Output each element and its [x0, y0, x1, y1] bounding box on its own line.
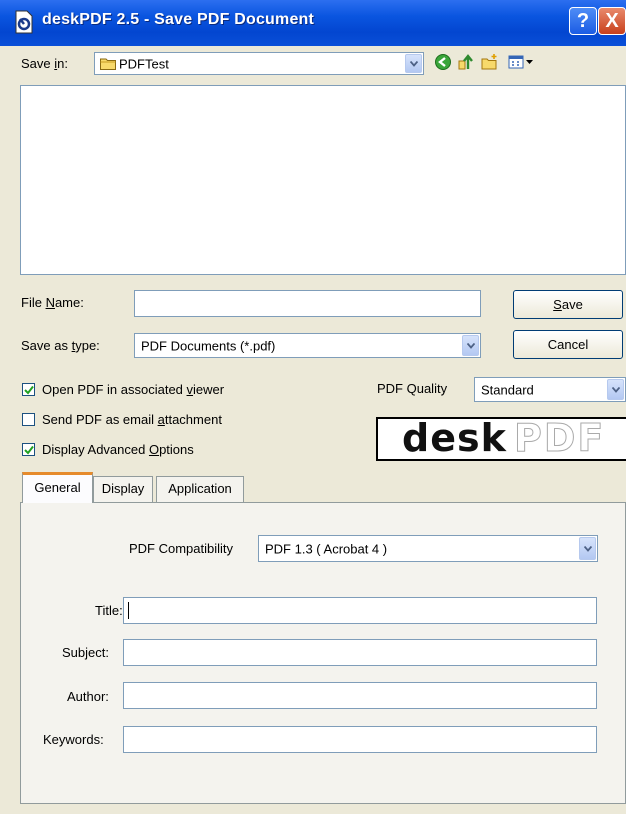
cancel-button[interactable]: Cancel [513, 330, 623, 359]
window-title: deskPDF 2.5 - Save PDF Document [42, 11, 315, 28]
tab-display[interactable]: Display [93, 476, 153, 502]
send-email-checkbox[interactable] [22, 413, 35, 426]
save-button[interactable]: Save [513, 290, 623, 319]
keywords-input[interactable] [123, 726, 597, 753]
logo-pdf-text: PDF [513, 416, 606, 461]
pdf-quality-label: PDF Quality [377, 381, 448, 396]
logo-desk-text: desk [402, 416, 507, 460]
save-as-type-label: Save as type: [21, 338, 100, 353]
open-pdf-checkbox[interactable] [22, 383, 35, 396]
chevron-down-icon[interactable] [462, 335, 479, 356]
open-pdf-label[interactable]: Open PDF in associated viewer [42, 382, 224, 397]
save-as-type-dropdown[interactable]: PDF Documents (*.pdf) [134, 333, 481, 358]
title-label: Title: [95, 603, 123, 618]
author-input[interactable] [123, 682, 597, 709]
subject-label: Subject: [62, 645, 109, 660]
view-menu-icon[interactable] [508, 53, 538, 71]
keywords-label: Keywords: [43, 732, 104, 747]
chevron-down-icon[interactable] [579, 537, 596, 560]
subject-input[interactable] [123, 639, 597, 666]
tab-general[interactable]: General [22, 472, 93, 503]
new-folder-icon[interactable] [481, 53, 499, 71]
save-as-type-value: PDF Documents (*.pdf) [141, 338, 276, 353]
general-tab-panel: PDF Compatibility PDF 1.3 ( Acrobat 4 ) … [20, 502, 626, 804]
back-icon[interactable] [434, 53, 452, 71]
text-cursor [128, 602, 129, 619]
pdf-compatibility-dropdown[interactable]: PDF 1.3 ( Acrobat 4 ) [258, 535, 598, 562]
deskpdf-logo: desk PDF [376, 416, 626, 461]
deskpdf-app-icon [14, 10, 34, 34]
save-in-dropdown[interactable]: PDFTest [94, 52, 424, 75]
send-email-label[interactable]: Send PDF as email attachment [42, 412, 222, 427]
title-bar[interactable]: deskPDF 2.5 - Save PDF Document ? X [0, 0, 626, 46]
advanced-options-checkbox[interactable] [22, 443, 35, 456]
advanced-options-label[interactable]: Display Advanced Options [42, 442, 194, 457]
chevron-down-icon[interactable] [405, 54, 422, 73]
save-in-value: PDFTest [119, 56, 169, 71]
title-input[interactable] [123, 597, 597, 624]
author-label: Author: [67, 689, 109, 704]
tab-application[interactable]: Application [156, 476, 244, 502]
save-in-label: Save in: [21, 56, 68, 71]
folder-icon [100, 57, 116, 73]
chevron-down-icon[interactable] [607, 379, 624, 400]
pdf-compatibility-label: PDF Compatibility [129, 541, 234, 556]
pdf-quality-value: Standard [481, 382, 534, 397]
help-button[interactable]: ? [569, 7, 597, 35]
pdf-quality-dropdown[interactable]: Standard [474, 377, 626, 402]
pdf-compatibility-value: PDF 1.3 ( Acrobat 4 ) [265, 541, 388, 556]
file-list[interactable] [20, 85, 626, 275]
up-folder-icon[interactable] [457, 53, 475, 71]
file-name-label: File Name: [21, 295, 84, 310]
save-dialog: deskPDF 2.5 - Save PDF Document ? X Save… [0, 0, 626, 814]
close-button[interactable]: X [598, 7, 626, 35]
file-name-input[interactable] [134, 290, 481, 317]
